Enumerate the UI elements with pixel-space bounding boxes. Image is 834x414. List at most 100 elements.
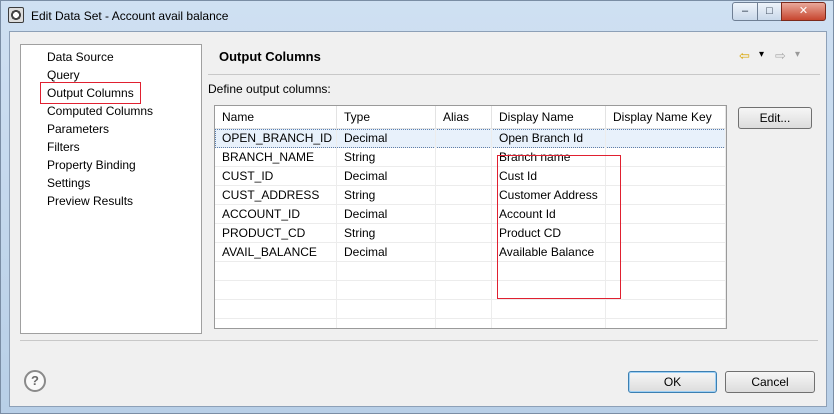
cell-display-name-key[interactable] [606,300,726,319]
cell-alias[interactable] [436,224,492,243]
cell-type[interactable] [337,319,436,328]
maximize-button[interactable]: □ [757,2,782,21]
cell-display-name[interactable] [492,300,606,319]
nav-item-property-binding[interactable]: Property Binding [47,157,136,173]
table-row[interactable] [215,281,726,300]
column-header-alias[interactable]: Alias [436,106,492,129]
nav-item-preview-results[interactable]: Preview Results [47,193,133,209]
cell-display-name-key[interactable] [606,167,726,186]
column-header-display-name-key[interactable]: Display Name Key [606,106,726,129]
cell-alias[interactable] [436,262,492,281]
cell-display-name[interactable]: Branch name [492,148,606,167]
cell-display-name-key[interactable] [606,281,726,300]
nav-item-output-columns[interactable]: Output Columns [40,82,141,104]
cell-alias[interactable] [436,148,492,167]
table-row[interactable]: CUST_ADDRESS String Customer Address [215,186,726,205]
cell-display-name-key[interactable] [606,205,726,224]
close-button[interactable]: ✕ [781,2,826,21]
cell-type[interactable] [337,300,436,319]
table-row[interactable] [215,262,726,281]
column-header-name[interactable]: Name [215,106,337,129]
table-row[interactable]: PRODUCT_CD String Product CD [215,224,726,243]
back-dropdown-icon[interactable]: ▾ [759,49,764,60]
cell-name[interactable]: BRANCH_NAME [215,148,337,167]
panel-separator [208,74,820,75]
cell-name[interactable] [215,300,337,319]
cell-display-name-key[interactable] [606,148,726,167]
table-header: Name Type Alias Display Name Display Nam… [215,106,726,129]
table-row[interactable]: CUST_ID Decimal Cust Id [215,167,726,186]
cell-type[interactable]: Decimal [337,205,436,224]
cell-alias[interactable] [436,129,492,148]
nav-item-settings[interactable]: Settings [47,175,90,191]
nav-item-data-source[interactable]: Data Source [47,49,114,65]
table-row[interactable]: BRANCH_NAME String Branch name [215,148,726,167]
cell-alias[interactable] [436,281,492,300]
cell-display-name[interactable]: Account Id [492,205,606,224]
nav-item-query[interactable]: Query [47,67,80,83]
cell-display-name-key[interactable] [606,129,726,148]
help-icon[interactable]: ? [24,370,46,392]
cell-display-name[interactable]: Cust Id [492,167,606,186]
title-bar[interactable]: Edit Data Set - Account avail balance – … [1,1,833,31]
cell-alias[interactable] [436,167,492,186]
table-row[interactable]: AVAIL_BALANCE Decimal Available Balance [215,243,726,262]
cell-type[interactable] [337,281,436,300]
cell-alias[interactable] [436,205,492,224]
cell-alias[interactable] [436,300,492,319]
cell-display-name-key[interactable] [606,243,726,262]
cell-name[interactable] [215,319,337,328]
edit-button[interactable]: Edit... [738,107,812,129]
cell-display-name[interactable]: Product CD [492,224,606,243]
window-title: Edit Data Set - Account avail balance [31,9,229,23]
nav-item-filters[interactable]: Filters [47,139,80,155]
cell-type[interactable]: Decimal [337,243,436,262]
table-row[interactable]: OPEN_BRANCH_ID Decimal Open Branch Id [215,129,726,148]
cell-type[interactable]: String [337,224,436,243]
cell-name[interactable]: CUST_ID [215,167,337,186]
column-header-display-name[interactable]: Display Name [492,106,606,129]
cell-alias[interactable] [436,319,492,328]
cell-display-name[interactable] [492,319,606,328]
minimize-button[interactable]: – [732,2,758,21]
cell-display-name[interactable]: Open Branch Id [492,129,606,148]
table-row[interactable]: ACCOUNT_ID Decimal Account Id [215,205,726,224]
column-header-type[interactable]: Type [337,106,436,129]
cell-name[interactable]: ACCOUNT_ID [215,205,337,224]
nav-item-parameters[interactable]: Parameters [47,121,109,137]
cell-name[interactable] [215,262,337,281]
cancel-button[interactable]: Cancel [725,371,815,393]
define-columns-label: Define output columns: [208,82,331,96]
cell-display-name[interactable] [492,281,606,300]
cell-display-name[interactable]: Customer Address [492,186,606,205]
history-nav: ⇦ ▾ ⇨ ▾ [739,48,819,64]
nav-tree: Data Source Query Output Columns Compute… [20,44,202,334]
cell-display-name-key[interactable] [606,262,726,281]
cell-display-name[interactable] [492,262,606,281]
table-row[interactable] [215,300,726,319]
table-row[interactable] [215,319,726,328]
cell-name[interactable]: CUST_ADDRESS [215,186,337,205]
cell-display-name-key[interactable] [606,319,726,328]
ok-button[interactable]: OK [628,371,717,393]
output-columns-table[interactable]: Name Type Alias Display Name Display Nam… [214,105,727,329]
back-arrow-icon[interactable]: ⇦ [739,48,750,64]
cell-name[interactable]: PRODUCT_CD [215,224,337,243]
cell-display-name-key[interactable] [606,224,726,243]
cell-type[interactable]: String [337,148,436,167]
cell-type[interactable]: Decimal [337,129,436,148]
forward-arrow-icon[interactable]: ⇨ [775,48,786,64]
cell-type[interactable]: String [337,186,436,205]
cell-name[interactable]: AVAIL_BALANCE [215,243,337,262]
cell-type[interactable]: Decimal [337,167,436,186]
dialog-window: Edit Data Set - Account avail balance – … [0,0,834,414]
forward-dropdown-icon[interactable]: ▾ [795,49,800,60]
cell-display-name[interactable]: Available Balance [492,243,606,262]
cell-alias[interactable] [436,243,492,262]
cell-display-name-key[interactable] [606,186,726,205]
cell-alias[interactable] [436,186,492,205]
nav-item-computed-columns[interactable]: Computed Columns [47,103,153,119]
cell-type[interactable] [337,262,436,281]
cell-name[interactable]: OPEN_BRANCH_ID [215,129,337,148]
cell-name[interactable] [215,281,337,300]
